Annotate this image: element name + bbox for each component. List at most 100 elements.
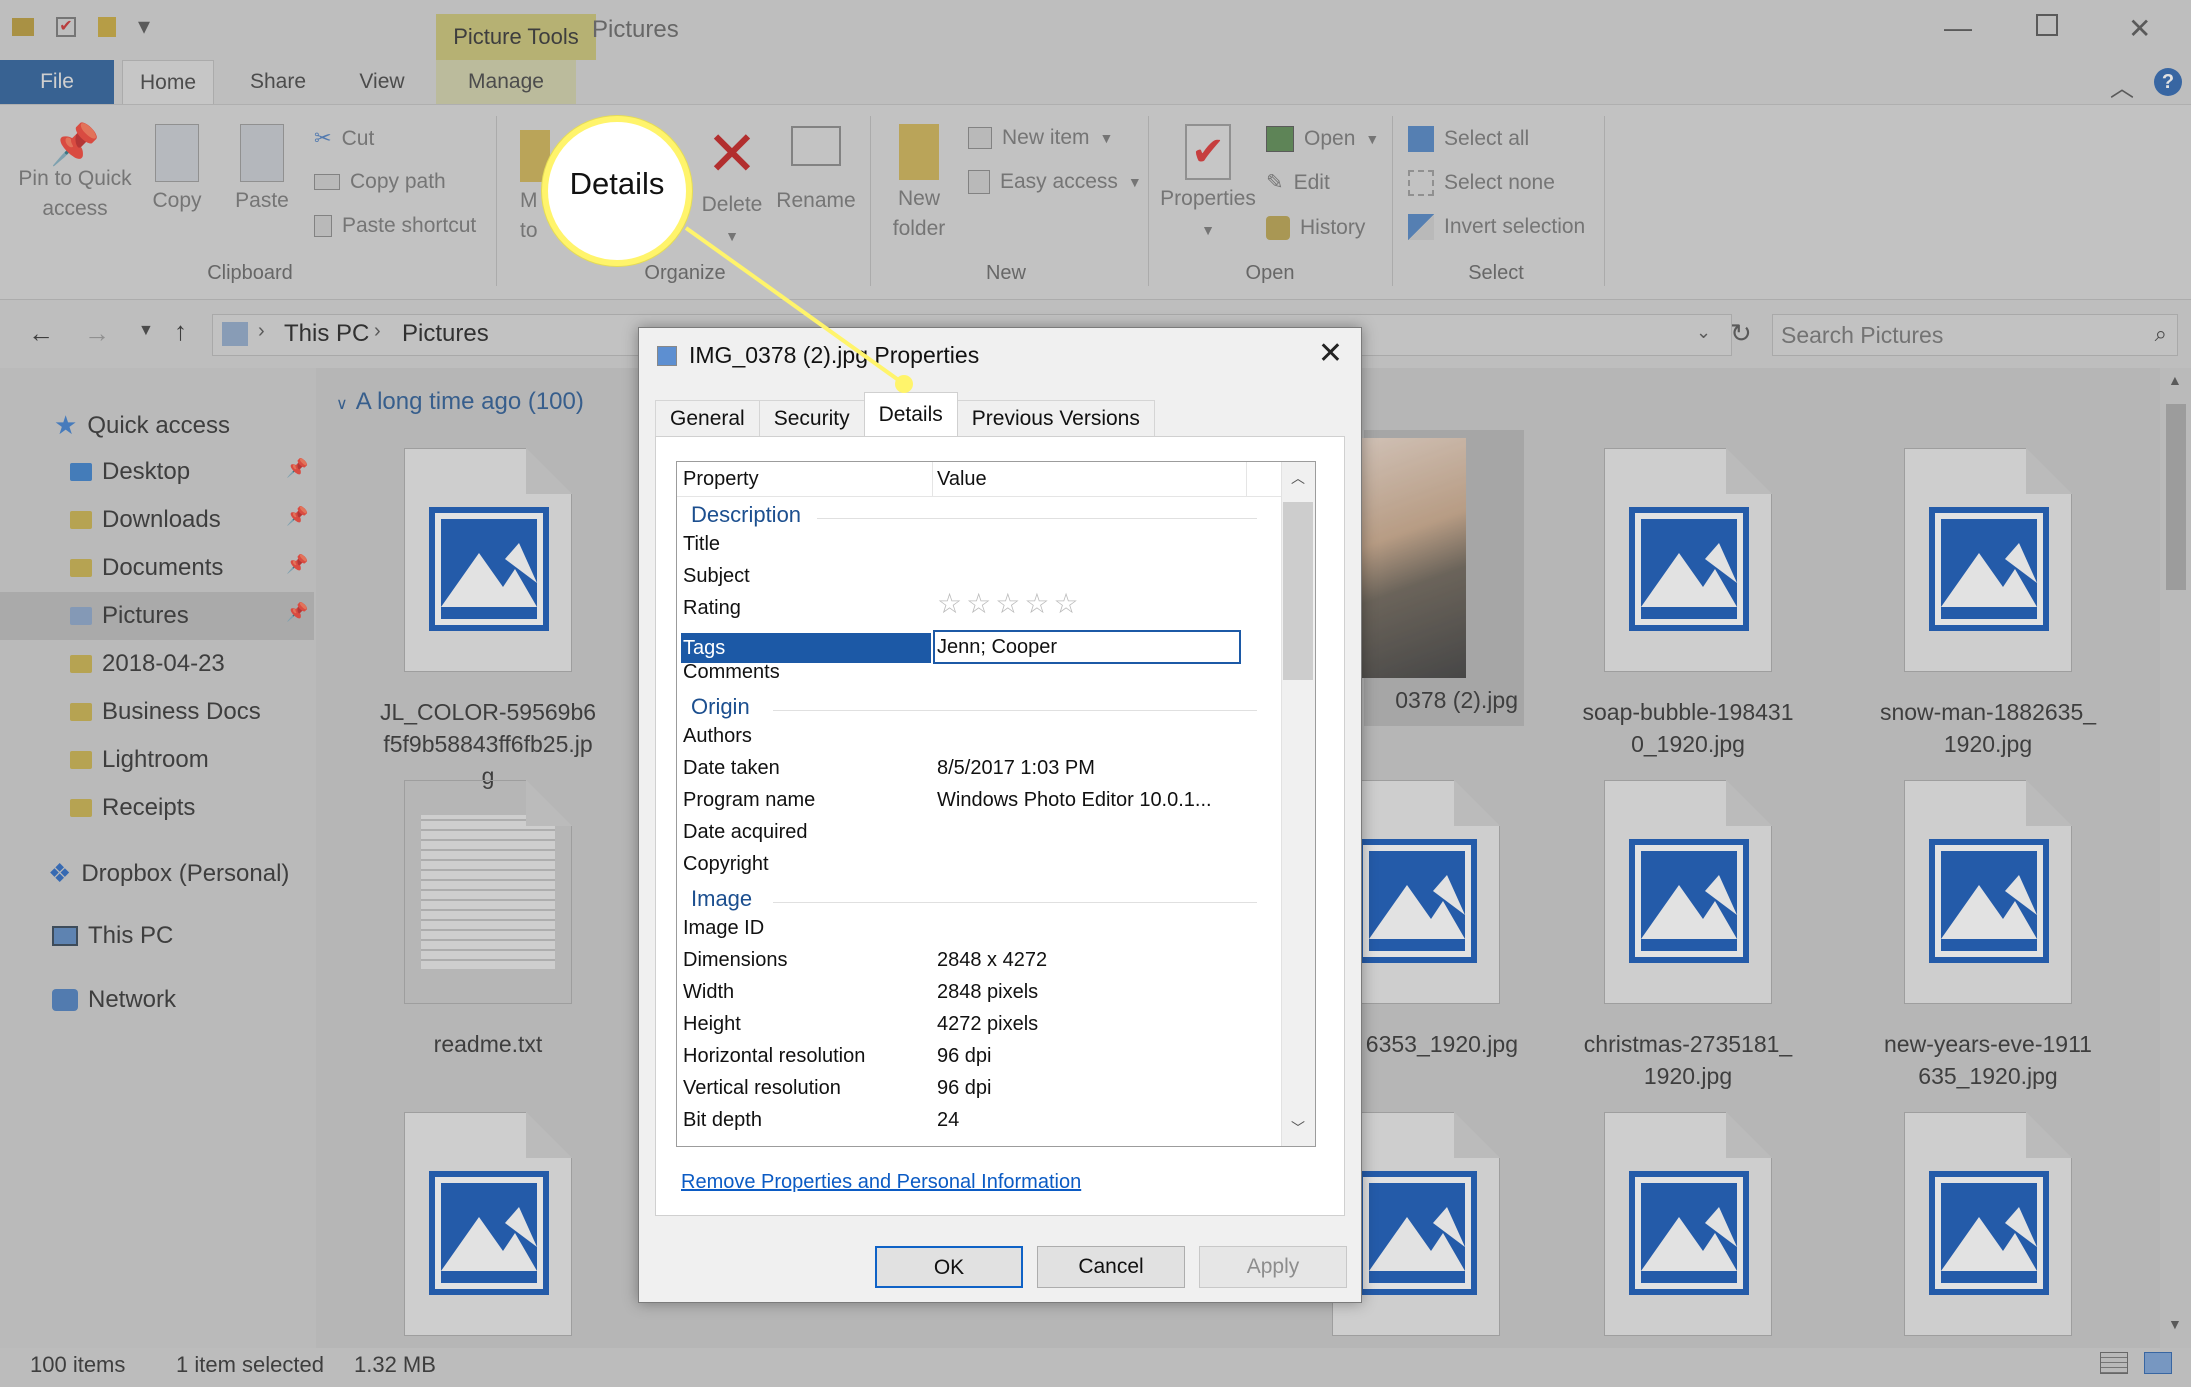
properties-scrollbar[interactable]: ︿ ﹀ xyxy=(1281,462,1315,1146)
maximize-button[interactable] xyxy=(2036,14,2058,36)
close-window-button[interactable]: ✕ xyxy=(2128,12,2151,45)
select-all-button[interactable]: Select all xyxy=(1408,126,1529,152)
nav-this-pc[interactable]: This PC xyxy=(52,922,173,950)
file-item[interactable]: christmas-2735181_1920.jpg xyxy=(1578,780,1798,1092)
rename-button[interactable]: Rename xyxy=(776,126,856,216)
nav-quick-access[interactable]: ★ Quick access xyxy=(54,410,230,441)
tab-share[interactable]: Share xyxy=(232,60,324,104)
search-box[interactable]: ⌕ xyxy=(1772,314,2178,356)
properties-grid[interactable]: Property Value Description Title Subject… xyxy=(676,461,1316,1147)
cancel-button[interactable]: Cancel xyxy=(1037,1246,1185,1288)
tags-value-input[interactable] xyxy=(933,630,1241,664)
pin-icon[interactable]: 📌 xyxy=(286,602,308,623)
file-item[interactable]: soap-bubble-1984310_1920.jpg xyxy=(1578,448,1798,760)
prop-horizontal-resolution[interactable]: Horizontal resolution xyxy=(683,1040,865,1072)
breadcrumb-pictures[interactable]: Pictures xyxy=(402,320,489,348)
new-folder-qat-icon[interactable] xyxy=(98,16,116,37)
file-item[interactable] xyxy=(1878,1112,2098,1336)
prop-vertical-resolution[interactable]: Vertical resolution xyxy=(683,1072,841,1104)
prop-subject[interactable]: Subject xyxy=(683,560,750,592)
remove-properties-link[interactable]: Remove Properties and Personal Informati… xyxy=(681,1171,1081,1194)
file-list-scrollbar[interactable]: ▲ ▼ xyxy=(2160,368,2191,1348)
pin-icon[interactable]: 📌 xyxy=(286,458,308,479)
star-icon[interactable]: ☆ xyxy=(937,588,962,619)
search-input[interactable] xyxy=(1781,321,2121,349)
recent-locations-chevron-icon[interactable]: ▼ xyxy=(138,322,154,340)
search-icon[interactable]: ⌕ xyxy=(2155,321,2167,347)
address-dropdown-icon[interactable]: ⌄ xyxy=(1696,322,1711,343)
star-icon[interactable]: ☆ xyxy=(966,588,991,619)
scrollbar-thumb[interactable] xyxy=(2166,404,2186,590)
prop-authors[interactable]: Authors xyxy=(683,720,752,752)
prop-title[interactable]: Title xyxy=(683,528,720,560)
nav-network[interactable]: Network xyxy=(52,986,176,1014)
refresh-icon[interactable]: ↻ xyxy=(1730,318,1752,349)
star-icon[interactable]: ☆ xyxy=(1053,588,1078,619)
prop-rating[interactable]: Rating xyxy=(683,592,741,624)
help-icon[interactable]: ? xyxy=(2154,68,2182,96)
pin-icon[interactable]: 📌 xyxy=(286,506,308,527)
scroll-down-icon[interactable]: ▼ xyxy=(2168,1316,2182,1332)
large-icons-view-icon[interactable] xyxy=(2144,1352,2172,1374)
file-item[interactable]: new-years-eve-1911635_1920.jpg xyxy=(1878,780,2098,1092)
delete-button[interactable]: ✕ Delete ▼ xyxy=(696,124,768,251)
scrollbar-thumb[interactable] xyxy=(1283,502,1313,680)
file-item[interactable]: 0378 (2).jpg xyxy=(1338,448,1558,716)
file-item[interactable]: snow-man-1882635_1920.jpg xyxy=(1878,448,2098,760)
up-arrow-icon[interactable]: ↑ xyxy=(174,316,187,347)
back-arrow-icon[interactable]: ← xyxy=(28,318,54,349)
nav-desktop[interactable]: Desktop xyxy=(70,458,190,486)
new-folder-button[interactable]: New folder xyxy=(880,124,958,244)
forward-arrow-icon[interactable]: → xyxy=(84,318,110,349)
tab-view[interactable]: View xyxy=(336,60,428,104)
edit-button[interactable]: ✎ Edit xyxy=(1266,170,1330,195)
nav-documents[interactable]: Documents xyxy=(70,554,223,582)
nav-folder-2018-04-23[interactable]: 2018-04-23 xyxy=(70,650,225,678)
tab-previous-versions[interactable]: Previous Versions xyxy=(956,400,1155,436)
prop-program-name[interactable]: Program name xyxy=(683,784,815,816)
copy-path-button[interactable]: Copy path xyxy=(314,170,446,194)
easy-access-button[interactable]: Easy access ▼ xyxy=(968,170,1142,194)
properties-qat-icon[interactable]: ✔ xyxy=(56,16,76,37)
file-item[interactable]: JL_COLOR-59569b6f5f9b58843ff6fb25.jpg xyxy=(378,448,598,792)
group-header[interactable]: ∨ A long time ago (100) xyxy=(336,388,584,416)
nav-dropbox[interactable]: ❖ Dropbox (Personal) xyxy=(48,858,289,889)
file-item[interactable]: readme.txt xyxy=(378,780,598,1060)
column-header-property[interactable]: Property xyxy=(683,462,933,496)
history-button[interactable]: History xyxy=(1266,216,1365,240)
ok-button[interactable]: OK xyxy=(875,1246,1023,1288)
explorer-icon[interactable] xyxy=(12,17,34,36)
prop-copyright[interactable]: Copyright xyxy=(683,848,769,880)
copy-button[interactable]: Copy xyxy=(144,124,210,216)
prop-dimensions[interactable]: Dimensions xyxy=(683,944,787,976)
nav-downloads[interactable]: Downloads xyxy=(70,506,221,534)
nav-receipts[interactable]: Receipts xyxy=(70,794,195,822)
tab-file[interactable]: File xyxy=(0,60,114,104)
file-item[interactable] xyxy=(1578,1112,1798,1336)
pin-icon[interactable]: 📌 xyxy=(286,554,308,575)
column-header-value[interactable]: Value xyxy=(937,462,1247,496)
properties-button[interactable]: ✔ Properties ▼ xyxy=(1158,124,1258,245)
prop-image-id[interactable]: Image ID xyxy=(683,912,764,944)
dialog-close-button[interactable]: ✕ xyxy=(1318,336,1343,371)
tab-security[interactable]: Security xyxy=(758,400,865,436)
prop-bit-depth[interactable]: Bit depth xyxy=(683,1104,762,1136)
apply-button[interactable]: Apply xyxy=(1199,1246,1347,1288)
scroll-up-icon[interactable]: ▲ xyxy=(2168,372,2182,388)
nav-lightroom[interactable]: Lightroom xyxy=(70,746,209,774)
paste-button[interactable]: Paste xyxy=(230,124,294,216)
prop-date-acquired[interactable]: Date acquired xyxy=(683,816,808,848)
invert-selection-button[interactable]: Invert selection xyxy=(1408,214,1585,240)
prop-width[interactable]: Width xyxy=(683,976,734,1008)
prop-date-taken[interactable]: Date taken xyxy=(683,752,780,784)
nav-business-docs[interactable]: Business Docs xyxy=(70,698,261,726)
prop-comments[interactable]: Comments xyxy=(683,656,780,688)
tab-general[interactable]: General xyxy=(655,400,760,436)
star-icon[interactable]: ☆ xyxy=(1024,588,1049,619)
rating-stars[interactable]: ☆ ☆ ☆ ☆ ☆ xyxy=(937,588,1083,620)
select-none-button[interactable]: Select none xyxy=(1408,170,1555,196)
tab-home[interactable]: Home xyxy=(122,60,214,104)
minimize-button[interactable]: — xyxy=(1944,12,1972,44)
breadcrumb-this-pc[interactable]: This PC xyxy=(284,320,369,348)
nav-pictures[interactable]: Pictures xyxy=(70,602,189,630)
